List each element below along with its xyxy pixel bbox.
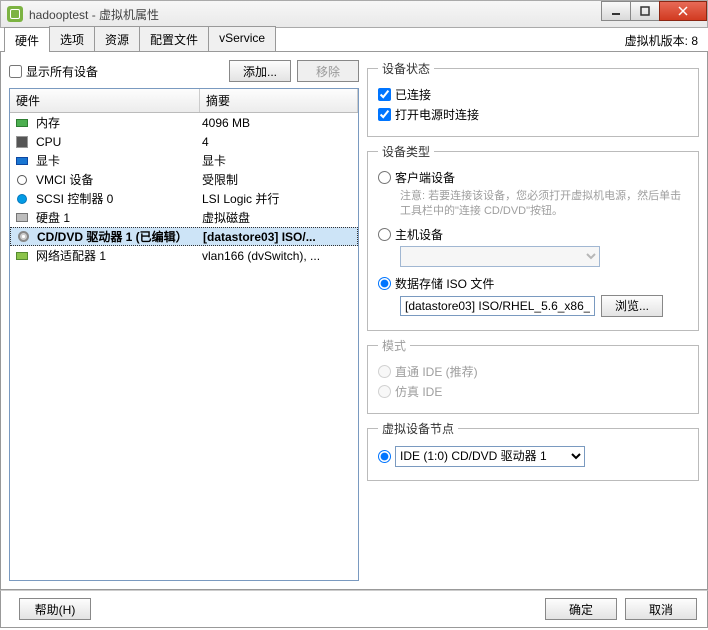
mode-group: 模式 直通 IDE (推荐) 仿真 IDE xyxy=(367,337,699,414)
disk-icon xyxy=(14,211,30,225)
remove-device-button[interactable]: 移除 xyxy=(297,60,359,82)
add-device-button[interactable]: 添加... xyxy=(229,60,291,82)
vm-version-label: 虚拟机版本: 8 xyxy=(625,32,698,49)
app-icon xyxy=(7,6,23,22)
minimize-button[interactable] xyxy=(601,1,631,21)
hw-row[interactable]: CD/DVD 驱动器 1 (已编辑）[datastore03] ISO/... xyxy=(10,227,358,246)
hw-summary: [datastore03] ISO/... xyxy=(203,230,353,244)
tab-strip: 硬件选项资源配置文件vService 虚拟机版本: 8 xyxy=(0,28,708,52)
tab-3[interactable]: 配置文件 xyxy=(139,26,209,51)
cpu-icon xyxy=(14,135,30,149)
hw-name: 显卡 xyxy=(36,152,202,169)
passthrough-label: 直通 IDE (推荐) xyxy=(395,363,478,380)
datastore-iso-label: 数据存储 ISO 文件 xyxy=(395,275,494,292)
connected-label: 已连接 xyxy=(395,86,431,103)
hw-summary: 4 xyxy=(202,135,354,149)
mem-icon xyxy=(14,116,30,130)
connect-at-poweron-checkbox[interactable] xyxy=(378,108,391,121)
client-device-label: 客户端设备 xyxy=(395,169,455,186)
hw-row[interactable]: VMCI 设备受限制 xyxy=(10,170,358,189)
net-icon xyxy=(14,249,30,263)
host-device-select[interactable] xyxy=(400,246,600,267)
hw-row[interactable]: 显卡显卡 xyxy=(10,151,358,170)
hw-row[interactable]: 硬盘 1虚拟磁盘 xyxy=(10,208,358,227)
help-button[interactable]: 帮助(H) xyxy=(19,598,91,620)
virtual-node-radio[interactable] xyxy=(378,450,391,463)
hw-name: 网络适配器 1 xyxy=(36,247,202,264)
client-device-radio[interactable] xyxy=(378,171,391,184)
scsi-icon xyxy=(14,192,30,206)
emulate-label: 仿真 IDE xyxy=(395,383,442,400)
virtual-node-group: 虚拟设备节点 IDE (1:0) CD/DVD 驱动器 1 xyxy=(367,420,699,481)
device-type-legend: 设备类型 xyxy=(378,143,434,160)
ok-button[interactable]: 确定 xyxy=(545,598,617,620)
hardware-list: 硬件 摘要 内存4096 MBCPU4显卡显卡VMCI 设备受限制SCSI 控制… xyxy=(9,88,359,581)
maximize-button[interactable] xyxy=(630,1,660,21)
hw-summary: 受限制 xyxy=(202,171,354,188)
vmci-icon xyxy=(14,173,30,187)
hw-name: 内存 xyxy=(36,114,202,131)
device-type-group: 设备类型 客户端设备 注意: 若要连接该设备，您必须打开虚拟机电源，然后单击工具… xyxy=(367,143,699,331)
device-status-legend: 设备状态 xyxy=(378,60,434,77)
show-all-devices-label: 显示所有设备 xyxy=(26,63,98,80)
hw-row[interactable]: SCSI 控制器 0LSI Logic 并行 xyxy=(10,189,358,208)
hw-summary: 显卡 xyxy=(202,152,354,169)
tab-4[interactable]: vService xyxy=(208,26,276,51)
mode-legend: 模式 xyxy=(378,337,410,354)
hw-name: CPU xyxy=(36,135,202,149)
datastore-iso-radio[interactable] xyxy=(378,277,391,290)
tab-0[interactable]: 硬件 xyxy=(4,27,50,52)
tab-2[interactable]: 资源 xyxy=(94,26,140,51)
hw-name: 硬盘 1 xyxy=(36,209,202,226)
emulate-radio xyxy=(378,385,391,398)
connected-checkbox[interactable] xyxy=(378,88,391,101)
close-button[interactable] xyxy=(659,1,707,21)
cd-icon xyxy=(15,230,31,244)
host-device-label: 主机设备 xyxy=(395,226,443,243)
tab-1[interactable]: 选项 xyxy=(49,26,95,51)
hw-name: CD/DVD 驱动器 1 (已编辑） xyxy=(37,228,203,245)
hw-row[interactable]: 网络适配器 1vlan166 (dvSwitch), ... xyxy=(10,246,358,265)
hw-header-name[interactable]: 硬件 xyxy=(10,89,200,112)
virtual-node-select[interactable]: IDE (1:0) CD/DVD 驱动器 1 xyxy=(395,446,585,467)
hw-row[interactable]: CPU4 xyxy=(10,132,358,151)
hw-summary: 虚拟磁盘 xyxy=(202,209,354,226)
hw-summary: vlan166 (dvSwitch), ... xyxy=(202,249,354,263)
window-title: hadooptest - 虚拟机属性 xyxy=(29,6,159,23)
hw-summary: 4096 MB xyxy=(202,116,354,130)
title-bar: hadooptest - 虚拟机属性 xyxy=(0,0,708,28)
host-device-radio[interactable] xyxy=(378,228,391,241)
gpu-icon xyxy=(14,154,30,168)
bottom-bar: 帮助(H) 确定 取消 xyxy=(0,590,708,628)
cancel-button[interactable]: 取消 xyxy=(625,598,697,620)
virtual-node-legend: 虚拟设备节点 xyxy=(378,420,458,437)
iso-path-input[interactable] xyxy=(400,296,595,316)
hw-name: VMCI 设备 xyxy=(36,171,202,188)
hw-header-summary[interactable]: 摘要 xyxy=(200,89,358,112)
hw-name: SCSI 控制器 0 xyxy=(36,190,202,207)
passthrough-radio xyxy=(378,365,391,378)
device-status-group: 设备状态 已连接 打开电源时连接 xyxy=(367,60,699,137)
hw-summary: LSI Logic 并行 xyxy=(202,190,354,207)
show-all-devices-checkbox[interactable] xyxy=(9,65,22,78)
hw-row[interactable]: 内存4096 MB xyxy=(10,113,358,132)
browse-button[interactable]: 浏览... xyxy=(601,295,663,317)
connect-at-poweron-label: 打开电源时连接 xyxy=(395,106,479,123)
client-device-hint: 注意: 若要连接该设备，您必须打开虚拟机电源，然后单击工具栏中的"连接 CD/D… xyxy=(400,189,688,220)
